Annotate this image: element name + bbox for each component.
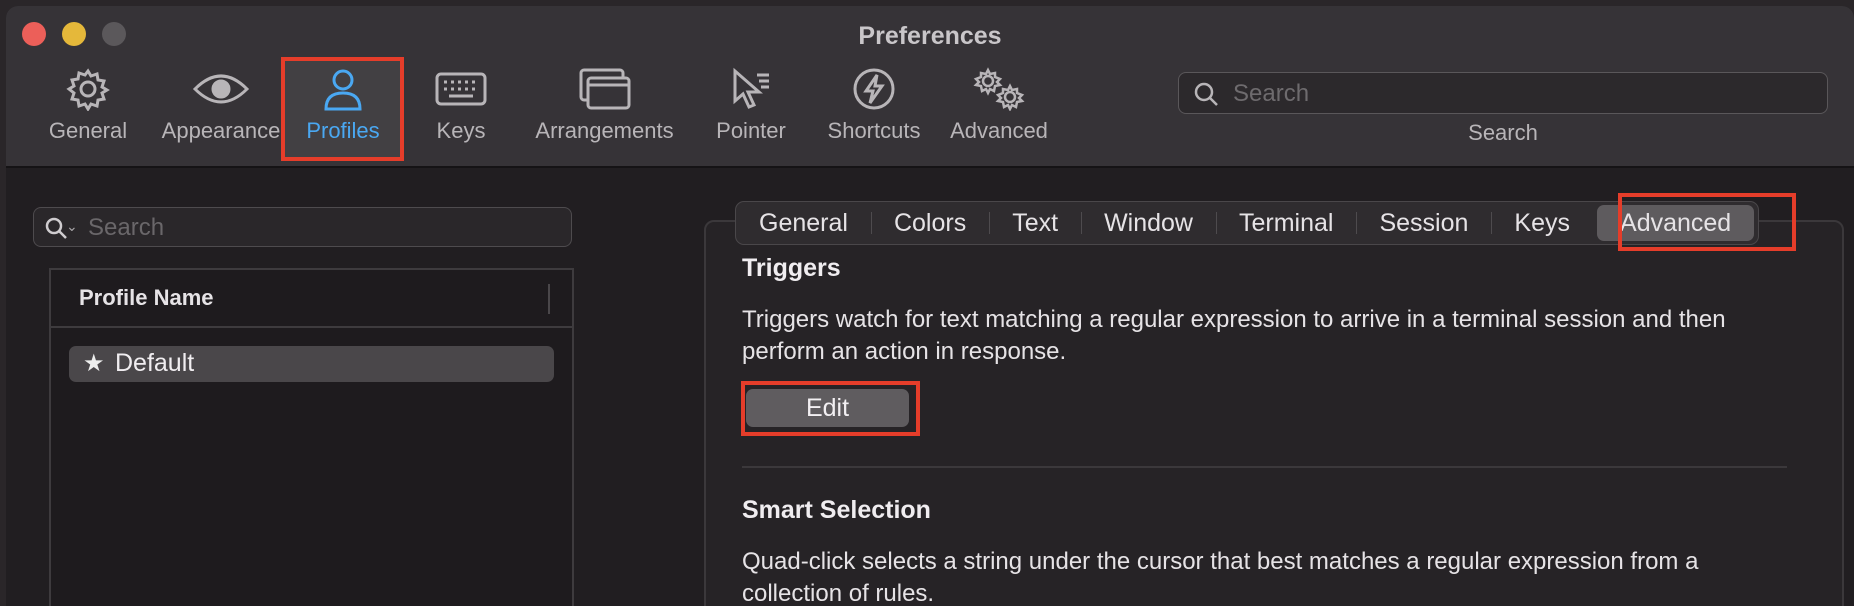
column-separator: [548, 284, 550, 314]
toolbar-item-arrangements[interactable]: Arrangements: [522, 64, 687, 160]
toolbar-item-shortcuts[interactable]: Shortcuts: [809, 64, 939, 160]
tab-text[interactable]: Text: [989, 202, 1081, 244]
tab-session[interactable]: Session: [1356, 202, 1491, 244]
toolbar-item-keys[interactable]: Keys: [406, 64, 516, 160]
toolbar-item-pointer[interactable]: Pointer: [696, 64, 806, 160]
toolbar-label-general: General: [48, 118, 128, 143]
gear-icon: [66, 64, 110, 114]
profile-row-default[interactable]: ★ Default: [69, 346, 554, 382]
keyboard-icon: [435, 64, 487, 114]
triggers-heading: Triggers: [742, 254, 841, 282]
toolbar-label-appearance: Appearance: [161, 118, 281, 143]
toolbar-label-profiles: Profiles: [306, 118, 380, 143]
tab-terminal[interactable]: Terminal: [1215, 202, 1356, 244]
windows-icon: [579, 64, 631, 114]
profile-name: Default: [115, 349, 195, 377]
profile-list: Profile Name ★ Default: [49, 268, 574, 606]
edit-button-highlight-box: [741, 381, 920, 436]
toolbar: Preferences General Appearance Profiles …: [6, 6, 1854, 168]
preferences-window: Preferences General Appearance Profiles …: [6, 6, 1854, 606]
bolt-icon: [852, 64, 896, 114]
profile-search-placeholder: Search: [88, 214, 165, 241]
tab-keys[interactable]: Keys: [1491, 202, 1593, 244]
tab-general[interactable]: General: [736, 202, 871, 244]
search-placeholder: Search: [1233, 80, 1310, 107]
tab-window[interactable]: Window: [1081, 202, 1216, 244]
toolbar-label-keys: Keys: [436, 118, 486, 143]
eye-icon: [192, 64, 250, 114]
person-icon: [321, 64, 365, 114]
column-header-profile-name[interactable]: Profile Name: [79, 285, 214, 311]
profile-tab-bar: General Colors Text Window Terminal Sess…: [735, 201, 1760, 245]
gears-icon: [972, 64, 1026, 114]
toolbar-label-advanced: Advanced: [950, 118, 1048, 143]
toolbar-label-shortcuts: Shortcuts: [827, 118, 921, 143]
advanced-tab-highlight-box: [1618, 193, 1796, 251]
toolbar-label-pointer: Pointer: [716, 118, 786, 143]
toolbar-label-arrangements: Arrangements: [535, 118, 674, 143]
toolbar-item-advanced[interactable]: Advanced: [939, 64, 1059, 160]
toolbar-item-profiles[interactable]: Profiles: [283, 64, 403, 160]
chevron-down-icon[interactable]: ⌄: [66, 218, 78, 235]
search-icon: [1193, 81, 1219, 112]
tab-colors[interactable]: Colors: [870, 202, 989, 244]
toolbar-item-appearance[interactable]: Appearance: [146, 64, 296, 160]
window-title: Preferences: [858, 22, 1002, 50]
smart-selection-heading: Smart Selection: [742, 496, 931, 524]
star-icon: ★: [83, 350, 105, 377]
search-caption: Search: [1468, 120, 1538, 145]
section-divider: [742, 466, 1787, 468]
toolbar-item-general[interactable]: General: [28, 64, 148, 160]
preferences-search-field[interactable]: Search: [1178, 72, 1828, 114]
search-icon: [44, 216, 68, 245]
profile-list-header: Profile Name: [51, 270, 572, 328]
profile-search-field[interactable]: ⌄ Search: [33, 207, 572, 247]
triggers-description: Triggers watch for text matching a regul…: [742, 306, 1726, 365]
pointer-icon: [729, 64, 773, 114]
smart-selection-description: Quad-click selects a string under the cu…: [742, 548, 1699, 606]
